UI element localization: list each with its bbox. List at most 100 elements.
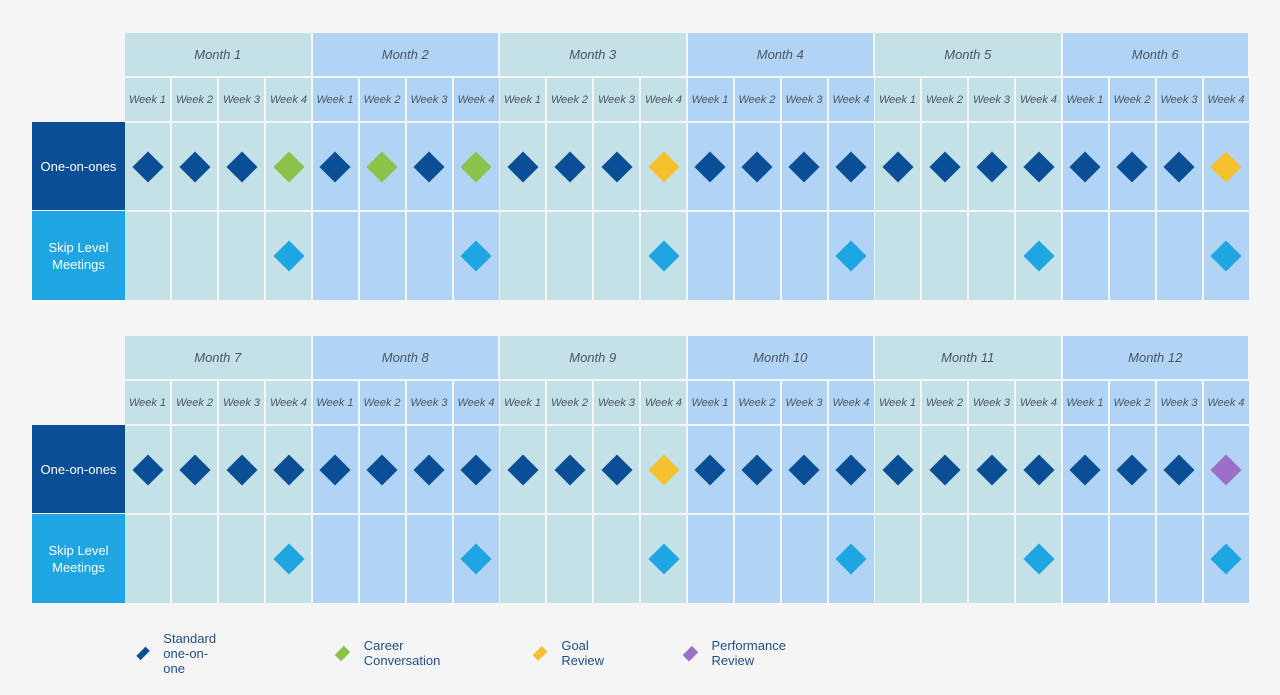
- diamond-icon: [334, 645, 351, 661]
- one-on-one-cell: [828, 426, 874, 513]
- diamond-icon-standard: [460, 453, 492, 486]
- legend-label: Standard one-on-one: [163, 630, 217, 676]
- week-header: Week 1: [312, 78, 358, 121]
- skip-level-cell: [266, 212, 311, 300]
- week-header: Week 3: [781, 381, 827, 424]
- skip-level-cell: [594, 212, 639, 300]
- one-on-one-cell: [1203, 123, 1249, 210]
- diamond-icon-standard: [975, 453, 1008, 486]
- skip-level-cell: [312, 212, 358, 300]
- diamond-icon-standard: [741, 150, 773, 183]
- week-header: Week 3: [1156, 381, 1202, 424]
- diamond-icon-skip: [647, 543, 680, 575]
- skip-level-cell: [359, 212, 405, 300]
- month-header: Month 12: [1062, 336, 1248, 379]
- week-header: Week 2: [172, 381, 217, 424]
- diamond-icon-career: [272, 150, 305, 183]
- month-column: Month 8 Week 1 Week 2 Week 3 Week 4: [312, 336, 501, 603]
- skip-level-cell: [781, 515, 827, 603]
- week-header: Week 4: [1203, 78, 1249, 121]
- skip-level-cell: [875, 212, 920, 300]
- one-on-one-cell: [1062, 123, 1108, 210]
- one-on-one-cell: [266, 426, 311, 513]
- skip-level-cell: [500, 212, 545, 300]
- month-column: Month 5 Week 1 Week 2 Week 3 Week 4: [875, 33, 1063, 300]
- week-header: Week 4: [1203, 381, 1249, 424]
- one-on-one-cell: [687, 123, 733, 210]
- skip-level-cell: [922, 515, 967, 603]
- month-header: Month 11: [875, 336, 1061, 379]
- week-header: Week 1: [312, 381, 358, 424]
- week-header: Week 3: [969, 381, 1014, 424]
- row-label-one-on-ones: One-on-ones: [32, 122, 125, 210]
- skip-level-cell: [687, 212, 733, 300]
- one-on-one-cell: [500, 426, 545, 513]
- week-header: Week 3: [781, 78, 827, 121]
- diamond-icon-standard: [506, 150, 539, 183]
- skip-level-cell: [641, 212, 686, 300]
- week-header: Week 4: [1016, 381, 1061, 424]
- one-on-one-cell: [969, 123, 1014, 210]
- week-header: Week 4: [453, 78, 499, 121]
- month-header: Month 4: [687, 33, 873, 76]
- one-on-one-cell: [406, 426, 452, 513]
- diamond-icon-standard: [835, 453, 867, 486]
- diamond-icon-standard: [1116, 453, 1148, 486]
- week-header: Week 3: [594, 78, 639, 121]
- skip-level-cell: [500, 515, 545, 603]
- month-column: Month 3 Week 1 Week 2 Week 3 Week 4: [500, 33, 688, 300]
- week-header: Week 1: [500, 78, 545, 121]
- skip-level-cell: [828, 515, 874, 603]
- diamond-icon-skip: [272, 543, 305, 575]
- legend-item-standard: Standard one-on-one: [136, 631, 223, 676]
- skip-level-cell: [1156, 212, 1202, 300]
- week-header: Week 2: [547, 381, 592, 424]
- legend-label: Goal Review: [561, 638, 604, 668]
- week-header: Week 4: [641, 381, 686, 424]
- diamond-icon-skip: [1022, 240, 1055, 272]
- diamond-icon-standard: [788, 150, 820, 183]
- diamond-icon-goal: [647, 453, 680, 486]
- month-header: Month 2: [312, 33, 498, 76]
- one-on-one-cell: [687, 426, 733, 513]
- diamond-icon-standard: [975, 150, 1008, 183]
- one-on-one-cell: [312, 123, 358, 210]
- row-label-skip-level-meetings: Skip Level Meetings: [32, 211, 125, 300]
- diamond-icon: [532, 645, 548, 661]
- one-on-one-cell: [734, 123, 780, 210]
- diamond-icon-skip: [460, 240, 492, 272]
- one-on-one-cell: [453, 426, 499, 513]
- one-on-one-cell: [922, 426, 967, 513]
- one-on-one-cell: [172, 123, 217, 210]
- one-on-one-cell: [406, 123, 452, 210]
- diamond-icon-standard: [1022, 453, 1055, 486]
- week-header: Week 1: [125, 78, 170, 121]
- one-on-one-cell: [1203, 426, 1249, 513]
- one-on-one-cell: [875, 426, 920, 513]
- week-header: Week 1: [500, 381, 545, 424]
- skip-level-cell: [219, 515, 264, 603]
- diamond-icon-standard: [553, 150, 586, 183]
- skip-level-cell: [1203, 515, 1249, 603]
- diamond-icon-standard: [319, 453, 351, 486]
- week-header: Week 4: [453, 381, 499, 424]
- skip-level-cell: [734, 212, 780, 300]
- one-on-one-cell: [594, 123, 639, 210]
- skip-level-cell: [734, 515, 780, 603]
- month-column: Month 11 Week 1 Week 2 Week 3 Week 4: [875, 336, 1063, 603]
- diamond-icon: [682, 645, 698, 661]
- week-header: Week 1: [875, 78, 920, 121]
- week-header: Week 2: [734, 78, 780, 121]
- week-header: Week 4: [266, 381, 311, 424]
- month-column: Month 4 Week 1 Week 2 Week 3 Week 4: [687, 33, 876, 300]
- month-column: Month 6 Week 1 Week 2 Week 3 Week 4: [1062, 33, 1251, 300]
- one-on-one-cell: [922, 123, 967, 210]
- diamond-icon-standard: [366, 453, 398, 486]
- diamond-icon-performance: [1210, 453, 1242, 486]
- skip-level-cell: [875, 515, 920, 603]
- one-on-one-cell: [547, 123, 592, 210]
- month-header: Month 7: [125, 336, 311, 379]
- month-column: Month 7 Week 1 Week 2 Week 3 Week 4: [125, 336, 313, 603]
- week-header: Week 1: [1062, 78, 1108, 121]
- one-on-one-cell: [1156, 123, 1202, 210]
